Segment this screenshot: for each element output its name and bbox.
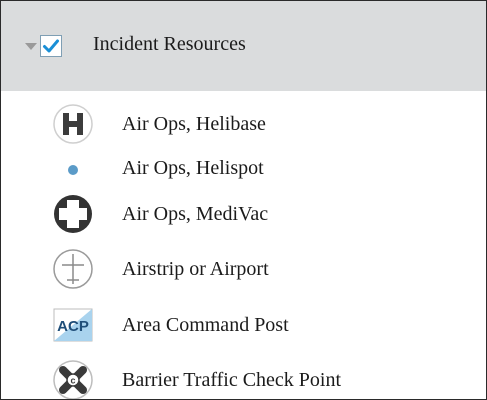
layer-label: Barrier Traffic Check Point <box>122 369 342 391</box>
layer-item-medivac[interactable]: Air Ops, MediVac <box>1 189 486 239</box>
checkmark-icon <box>43 39 59 53</box>
layer-group-incident-resources[interactable]: Incident Resources <box>1 1 486 91</box>
collapse-arrow-icon[interactable] <box>25 43 37 50</box>
layer-label: Air Ops, Helispot <box>122 157 264 179</box>
medivac-icon <box>51 192 95 236</box>
svg-text:c: c <box>70 376 75 386</box>
barrier-traffic-check-point-icon: c <box>51 358 95 399</box>
group-label: Incident Resources <box>93 33 246 55</box>
layer-item-area-command-post[interactable]: ACP Area Command Post <box>1 300 486 350</box>
group-visibility-checkbox[interactable] <box>40 35 62 57</box>
layer-label: Air Ops, Helibase <box>122 113 266 135</box>
area-command-post-icon: ACP <box>51 303 95 347</box>
layer-label: Airstrip or Airport <box>122 258 269 280</box>
helispot-icon <box>51 146 95 190</box>
helibase-icon <box>51 102 95 146</box>
layer-item-barrier-traffic-check-point[interactable]: c Barrier Traffic Check Point <box>1 355 486 399</box>
layer-item-helispot[interactable]: Air Ops, Helispot <box>1 143 486 193</box>
airstrip-icon <box>51 247 95 291</box>
layer-label: Air Ops, MediVac <box>122 203 269 225</box>
acp-icon-text: ACP <box>57 318 89 335</box>
layer-item-airstrip[interactable]: Airstrip or Airport <box>1 244 486 294</box>
layer-panel: Incident Resources Air Ops, Helibase Air… <box>0 0 487 400</box>
layer-item-helibase[interactable]: Air Ops, Helibase <box>1 99 486 149</box>
layer-label: Area Command Post <box>122 314 289 336</box>
